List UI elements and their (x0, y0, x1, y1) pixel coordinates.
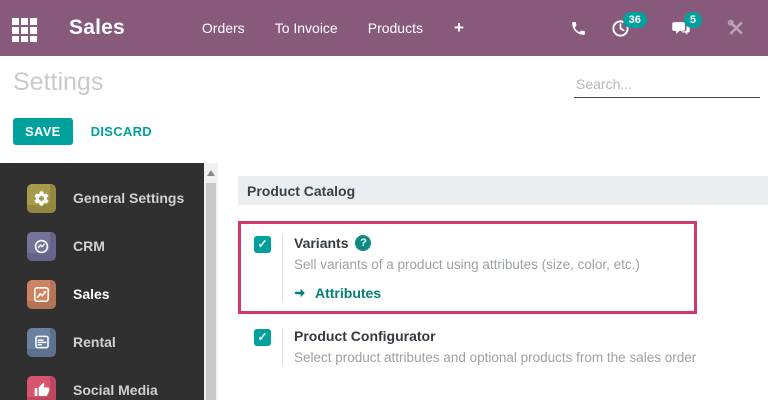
attributes-link[interactable]: Attributes (294, 285, 640, 301)
settings-body: General Settings CRM Sales (0, 163, 768, 400)
setting-divider (282, 235, 283, 301)
setting-label: Product Configurator (294, 328, 436, 344)
topbar-systray: 36 5 (558, 18, 758, 38)
settings-sidebar: General Settings CRM Sales (0, 163, 204, 400)
setting-description: Sell variants of a product using attribu… (294, 257, 640, 272)
sales-chart-icon (27, 280, 56, 309)
menu-products[interactable]: Products (353, 0, 438, 56)
sidebar-item-label: CRM (73, 238, 105, 254)
menu-orders[interactable]: Orders (187, 0, 260, 56)
sidebar-item-label: Social Media (73, 382, 158, 398)
apps-grid-icon (11, 14, 39, 42)
activities-button[interactable]: 36 (599, 19, 659, 38)
setting-product-configurator: ✓ Product Configurator Select product at… (254, 328, 768, 365)
sidebar-item-general-settings[interactable]: General Settings (0, 174, 204, 222)
messages-count-badge: 5 (684, 12, 702, 28)
tools-icon (726, 18, 746, 38)
sidebar-item-rental[interactable]: Rental (0, 318, 204, 366)
right-arrow-icon (294, 286, 308, 300)
sidebar-item-crm[interactable]: CRM (0, 222, 204, 270)
scroll-up-arrow[interactable] (207, 170, 215, 176)
scrollbar-thumb[interactable] (206, 183, 216, 400)
top-navbar: Sales Orders To Invoice Products + 36 5 (0, 0, 768, 56)
setting-text: Variants ? Sell variants of a product us… (294, 235, 640, 301)
sidebar-item-label: General Settings (73, 190, 184, 206)
handshake-icon (27, 232, 56, 261)
variants-setting-highlight-box: ✓ Variants ? Sell variants of a product … (238, 221, 697, 314)
attributes-link-label: Attributes (315, 285, 381, 301)
sidebar-scrollbar (204, 163, 218, 400)
help-icon[interactable]: ? (355, 235, 371, 251)
save-button[interactable]: SAVE (13, 118, 73, 145)
apps-menu-button[interactable] (8, 11, 42, 45)
setting-variants: ✓ Variants ? Sell variants of a product … (254, 235, 688, 301)
app-title: Sales (69, 16, 125, 40)
thumbs-up-icon (27, 376, 56, 400)
search-box (574, 74, 760, 98)
settings-content: Product Catalog ✓ Variants ? Sell varian… (218, 163, 768, 400)
developer-tools-button[interactable] (714, 18, 758, 38)
activities-count-badge: 36 (623, 12, 647, 28)
setting-text: Product Configurator Select product attr… (294, 328, 696, 365)
gear-icon (27, 184, 56, 213)
setting-label: Variants (294, 235, 348, 251)
discard-button[interactable]: DISCARD (91, 124, 152, 139)
sidebar-item-social-media[interactable]: Social Media (0, 366, 204, 400)
setting-description: Select product attributes and optional p… (294, 350, 696, 365)
variants-checkbox[interactable]: ✓ (254, 236, 271, 253)
add-menu-button[interactable]: + (438, 18, 480, 38)
setting-divider (282, 328, 283, 365)
top-menu: Orders To Invoice Products + (187, 0, 480, 56)
sidebar-item-label: Rental (73, 334, 116, 350)
product-configurator-checkbox[interactable]: ✓ (254, 329, 271, 346)
phone-icon (570, 20, 587, 37)
schedule-icon (27, 328, 56, 357)
search-input[interactable] (574, 74, 760, 97)
sidebar-item-label: Sales (73, 286, 110, 302)
section-header: Product Catalog (238, 176, 768, 205)
menu-to-invoice[interactable]: To Invoice (260, 0, 353, 56)
phone-button[interactable] (558, 20, 599, 37)
page-title: Settings (13, 68, 103, 97)
sidebar-item-sales[interactable]: Sales (0, 270, 204, 318)
control-panel-buttons: SAVE DISCARD (13, 118, 152, 145)
messages-button[interactable]: 5 (659, 19, 714, 38)
